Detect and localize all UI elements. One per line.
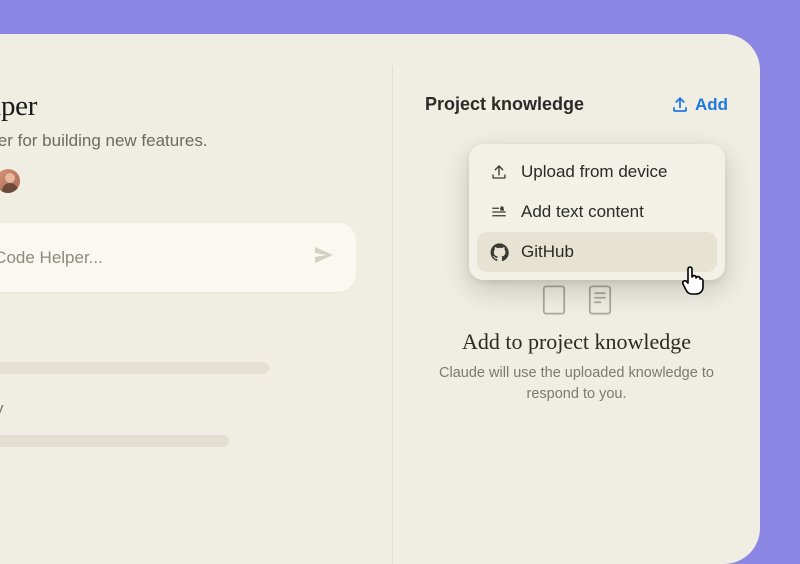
knowledge-subtext: Claude will use the uploaded knowledge t… <box>425 363 728 405</box>
document-lines-icon <box>586 283 614 317</box>
project-title: Helper <box>0 90 356 123</box>
upload-icon <box>671 96 689 114</box>
add-dropdown: Upload from device a Add text content Gi… <box>469 144 725 280</box>
placeholder-line <box>0 362 269 374</box>
knowledge-panel: Project knowledge Add Upload from device… <box>392 66 760 564</box>
placeholder-line <box>0 435 229 447</box>
panel-title: Project knowledge <box>425 94 584 115</box>
add-button[interactable]: Add <box>671 95 728 115</box>
avatars-row: g <box>0 167 356 195</box>
github-icon <box>489 242 509 262</box>
dropdown-item-upload[interactable]: Upload from device <box>477 152 717 192</box>
dropdown-item-label: Add text content <box>521 202 644 222</box>
app-window: Helper ammer for building new features. … <box>0 34 760 564</box>
send-icon[interactable] <box>312 243 336 272</box>
text-icon: a <box>489 202 509 222</box>
dropdown-item-text[interactable]: a Add text content <box>477 192 717 232</box>
svg-text:a: a <box>501 205 504 212</box>
knowledge-heading: Add to project knowledge <box>425 329 728 355</box>
chat-input-placeholder: n Code Helper... <box>0 248 312 268</box>
avatar[interactable] <box>0 167 22 195</box>
panel-header: Project knowledge Add <box>425 94 728 115</box>
entry-byline: oy Joy <box>0 400 356 417</box>
project-subtitle: ammer for building new features. <box>0 131 356 151</box>
dropdown-item-label: Upload from device <box>521 162 667 182</box>
left-pane: Helper ammer for building new features. … <box>0 34 392 564</box>
add-label: Add <box>695 95 728 115</box>
chat-input[interactable]: n Code Helper... <box>0 223 356 292</box>
upload-icon <box>489 162 509 182</box>
document-icon <box>540 283 568 317</box>
dropdown-item-label: GitHub <box>521 242 574 262</box>
cursor-pointer-icon <box>679 266 707 301</box>
